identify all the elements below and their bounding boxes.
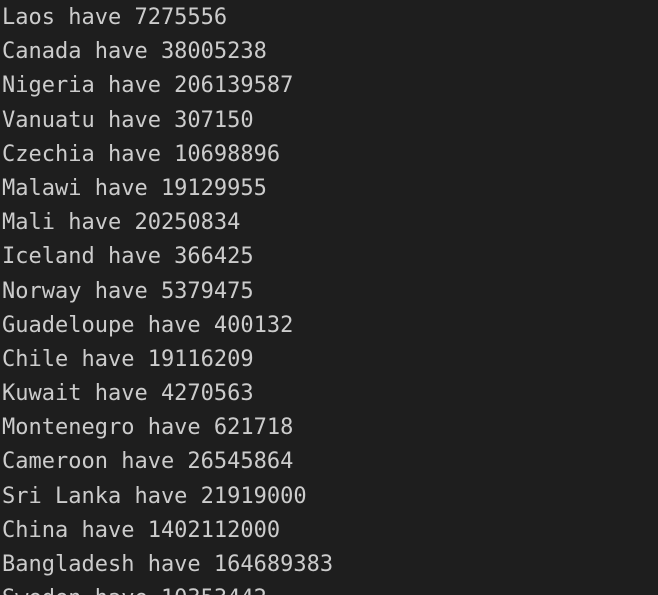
- output-line: Kuwait have 4270563: [2, 381, 254, 407]
- terminal-output-panel: Laos have 7275556 Canada have 38005238 N…: [0, 0, 658, 595]
- output-line: Norway have 5379475: [2, 278, 254, 304]
- output-line: Laos have 7275556: [2, 5, 228, 30]
- output-line: Cameroon have 26545864: [2, 449, 294, 475]
- output-line: Sweden have 10353442: [2, 582, 333, 595]
- output-line: Canada have 38005238: [2, 39, 267, 65]
- output-line: Iceland have 366425: [2, 244, 254, 270]
- output-line: Sri Lanka have 21919000: [2, 483, 307, 509]
- output-line: Malawi have 19129955: [2, 175, 267, 201]
- output-line: Mali have 20250834: [2, 210, 241, 236]
- output-line: Montenegro have 621718: [2, 415, 294, 441]
- output-line: Bangladesh have 164689383: [2, 552, 334, 577]
- output-line: Chile have 19116209: [2, 346, 254, 372]
- output-line: Guadeloupe have 400132: [2, 312, 294, 338]
- output-line: Nigeria have 206139587: [2, 73, 294, 99]
- output-line: Vanuatu have 307150: [2, 107, 254, 133]
- output-line: China have 1402112000: [2, 517, 281, 543]
- output-lines: Laos have 7275556 Canada have 38005238 N…: [2, 1, 333, 595]
- output-line: Czechia have 10698896: [2, 141, 281, 167]
